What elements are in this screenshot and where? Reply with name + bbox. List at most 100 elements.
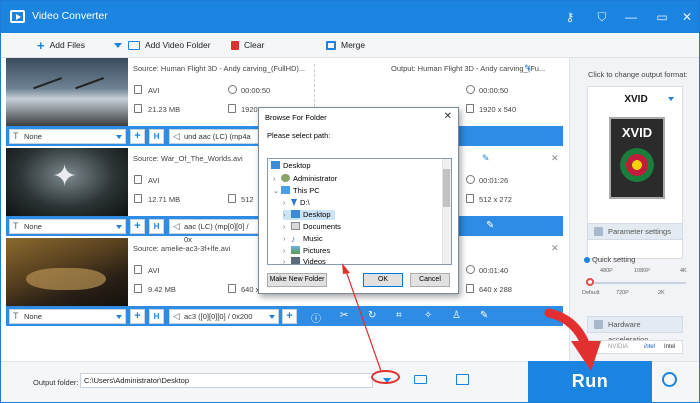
film-reel-icon (620, 148, 654, 182)
tree-item-pictures[interactable]: › Pictures (283, 246, 330, 256)
add-subtitle-button[interactable]: + (130, 309, 145, 324)
window-title: Video Converter (32, 10, 108, 22)
dialog-close-icon[interactable]: ✕ (444, 111, 452, 122)
rotate-icon[interactable]: ↻ (368, 310, 376, 321)
key-icon[interactable]: ⚷ (561, 8, 579, 26)
add-files-dropdown[interactable] (114, 33, 122, 58)
hardware-acceleration-button[interactable]: Hardware acceleration (587, 316, 683, 344)
source-resolution: 640 x (241, 285, 260, 294)
add-files-label: Add Files (49, 40, 86, 50)
cancel-button[interactable]: Cancel (410, 273, 450, 287)
download-arrow-icon (291, 199, 297, 206)
subtitle-select[interactable]: T None (9, 219, 126, 234)
clear-label: Clear (244, 40, 265, 50)
tree-item-videos[interactable]: › Videos (283, 257, 326, 264)
watermark-icon[interactable]: ♙ (452, 310, 461, 321)
source-resolution: 1920 (241, 105, 258, 114)
add-subtitle-button[interactable]: + (130, 219, 145, 234)
tree-scrollbar[interactable] (442, 159, 451, 264)
effects-icon[interactable]: ✧ (424, 310, 432, 321)
subtitle-select[interactable]: T None (9, 129, 126, 144)
close-icon[interactable]: ✕ (678, 8, 696, 26)
source-duration: 00:00:50 (241, 86, 271, 95)
cut-icon[interactable]: ✂ (340, 310, 348, 321)
tick-1080p: 1080P (634, 268, 650, 274)
subtitle-h-button[interactable]: H (149, 309, 164, 324)
folder-tree[interactable]: Desktop › Administrator ⌄ This PC › D:\ › De… (267, 158, 452, 265)
edit-name-icon[interactable]: ✎ (482, 153, 490, 164)
parameter-settings-label: Parameter settings (608, 227, 671, 236)
audio-track-select[interactable]: ◁ ac3 ([0][0][0] / 0x200 (169, 309, 279, 324)
ok-button[interactable]: OK (363, 273, 403, 287)
open-folder-icon[interactable] (414, 375, 427, 384)
subtitle-value: None (24, 312, 42, 321)
output-duration: 00:01:40 (479, 266, 509, 275)
app-window: Video Converter ⚷ ⛉ — ▭ ✕ + Add Files Ad… (0, 0, 700, 403)
remove-item-icon[interactable]: ✕ (551, 243, 559, 254)
output-folder-input[interactable]: C:\Users\Administrator\Desktop (80, 373, 373, 388)
tree-item-desktop[interactable]: › Desktop (283, 210, 335, 220)
video-thumbnail[interactable] (6, 238, 128, 306)
subtitle-h-button[interactable]: H (149, 219, 164, 234)
dialog-prompt: Please select path: (267, 131, 331, 140)
speaker-icon: ◁ (173, 221, 180, 231)
subtitle-select[interactable]: T None (9, 309, 126, 324)
cart-icon[interactable]: ⛉ (593, 8, 611, 26)
clear-button[interactable]: Clear (231, 33, 264, 58)
chevron-right-icon: › (283, 248, 286, 255)
source-size: 9.42 MB (148, 285, 176, 294)
info-icon[interactable]: ⓘ (311, 310, 321, 325)
quality-slider-handle[interactable] (586, 278, 594, 286)
desktop-icon (291, 210, 300, 218)
xvid-format-image: XVID (609, 117, 665, 199)
source-format: AVI (148, 86, 160, 95)
alarm-clock-icon[interactable] (662, 372, 677, 387)
resolution-icon (228, 284, 236, 293)
crop-icon[interactable]: ⌗ (396, 310, 402, 321)
tree-item-drive-d[interactable]: › D:\ (283, 198, 310, 208)
source-name: Source: amelie-ac3-3f+lfe.avi (133, 244, 231, 253)
desktop-icon (271, 161, 280, 169)
tree-item-administrator[interactable]: › Administrator (273, 174, 337, 184)
chevron-right-icon: › (283, 212, 286, 219)
tree-item-desktop-root[interactable]: Desktop (271, 161, 311, 171)
source-resolution: 512 (241, 195, 254, 204)
scrollbar-thumb[interactable] (443, 169, 450, 207)
remove-item-icon[interactable]: ✕ (551, 153, 559, 164)
minimize-icon[interactable]: — (622, 8, 640, 26)
tree-item-music[interactable]: › ♪ Music (283, 234, 323, 244)
chevron-down-icon (116, 225, 122, 229)
tree-item-documents[interactable]: › Documents (283, 222, 341, 232)
source-name: Source: Human Flight 3D - Andy carving_(… (133, 64, 306, 73)
add-video-folder-button[interactable]: Add Video Folder (128, 33, 211, 58)
title-bar: Video Converter ⚷ ⛉ — ▭ ✕ (1, 1, 699, 33)
audio-track-value: ac3 ([0][0][0] / 0x200 (184, 312, 253, 321)
chevron-right-icon: › (273, 176, 276, 183)
tree-item-this-pc[interactable]: ⌄ This PC (273, 186, 320, 196)
edit-icon[interactable]: ✎ (486, 220, 494, 231)
edit-name-icon[interactable]: ✎ (524, 63, 532, 74)
chevron-down-icon (116, 135, 122, 139)
make-new-folder-button[interactable]: Make New Folder (267, 273, 327, 287)
toolbar: + Add Files Add Video Folder Clear Merge (1, 33, 699, 58)
add-subtitle-button[interactable]: + (130, 129, 145, 144)
add-files-button[interactable]: + Add Files (37, 33, 85, 58)
parameter-settings-button[interactable]: Parameter settings (587, 223, 683, 240)
video-thumbnail[interactable]: ✦ (6, 148, 128, 216)
subtitle-h-button[interactable]: H (149, 129, 164, 144)
run-button[interactable]: Run (528, 361, 652, 402)
edit-icon[interactable]: ✎ (480, 310, 488, 321)
video-thumbnail[interactable] (6, 58, 128, 126)
output-resolution: 512 x 272 (479, 195, 512, 204)
maximize-icon[interactable]: ▭ (653, 8, 671, 26)
trash-icon (231, 41, 239, 50)
quality-slider[interactable] (590, 282, 686, 284)
tick-2k: 2K (658, 290, 665, 296)
merge-button[interactable]: Merge (326, 33, 365, 58)
add-audio-button[interactable]: + (282, 309, 297, 324)
audio-track-select[interactable]: ◁ aac (LC) (mp[0][0] / 0x (169, 219, 259, 244)
source-name: Source: War_Of_The_Worlds.avi (133, 154, 243, 163)
tick-default: Default (582, 290, 600, 296)
computer-icon (281, 186, 290, 194)
video-folder-icon[interactable] (456, 374, 469, 385)
